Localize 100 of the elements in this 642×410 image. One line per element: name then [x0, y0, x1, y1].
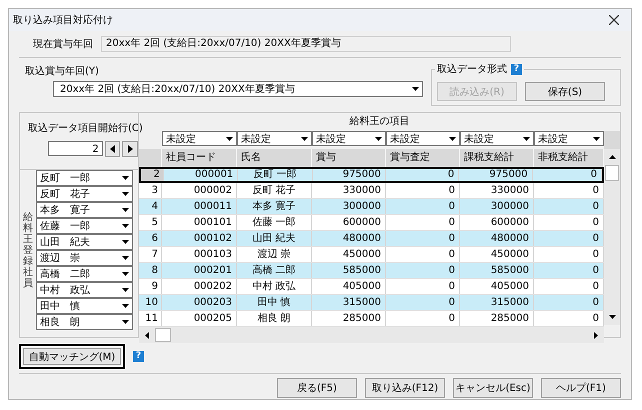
- down-arrow-icon: [608, 315, 616, 319]
- table-row[interactable]: 5 000101 佐藤 一郎 600000 0 600000 0: [139, 215, 604, 231]
- table-cell: 000201: [162, 263, 237, 278]
- table-cell: 405000: [312, 279, 386, 294]
- period-dropdown[interactable]: 20xx年 2回 (支給日:20xx/07/10) 20XX年夏季賞与: [53, 81, 423, 97]
- footer-button[interactable]: 取り込み(F12): [365, 378, 445, 398]
- mapping-dropdown[interactable]: 未設定: [534, 131, 604, 146]
- table-cell: 315000: [312, 295, 386, 310]
- table-cell: 田中 慎: [237, 295, 312, 310]
- table-cell: 佐藤 一郎: [237, 215, 312, 230]
- field-label: 現在賞与年回: [33, 38, 93, 51]
- caret-icon: [122, 272, 129, 276]
- table-cell: 480000: [312, 231, 386, 246]
- table-cell: 反町 花子: [237, 183, 312, 198]
- mapping-dropdown[interactable]: 未設定: [386, 131, 460, 146]
- table-cell: 405000: [460, 279, 534, 294]
- employee-dropdown[interactable]: 山田 紀夫: [36, 234, 133, 250]
- row-number: 4: [139, 199, 162, 214]
- vertical-label: 給料王登録社員: [22, 212, 34, 288]
- caret-icon: [301, 137, 308, 141]
- up-arrow-icon: [608, 155, 616, 159]
- right-arrow-icon: [594, 332, 598, 338]
- employee-dropdown[interactable]: 中村 政弘: [36, 282, 133, 298]
- scroll-thumb[interactable]: [155, 328, 171, 342]
- table-row[interactable]: 10 000203 田中 慎 315000 0 315000 0: [139, 295, 604, 311]
- footer-button[interactable]: キャンセル(Esc): [453, 378, 533, 398]
- table-row[interactable]: 4 000011 本多 寛子 300000 0 300000 0: [139, 199, 604, 215]
- table-row[interactable]: 7 000103 渡辺 崇 450000 0 450000 0: [139, 247, 604, 263]
- employee-dropdown[interactable]: 相良 朗: [36, 314, 133, 330]
- row-number: 8: [139, 263, 162, 278]
- table-cell: 0: [386, 215, 460, 230]
- table-row[interactable]: 11 000205 相良 朗 285000 0 285000 0: [139, 311, 604, 327]
- caret-icon: [523, 137, 530, 141]
- caret-icon: [122, 288, 129, 292]
- caret-icon: [412, 87, 419, 91]
- employee-dropdown[interactable]: 高橋 二郎: [36, 266, 133, 282]
- row-number: 10: [139, 295, 162, 310]
- table-row[interactable]: 2 000001 反町 一郎 975000 0 975000 0: [139, 167, 604, 183]
- table-cell: 975000: [312, 169, 386, 181]
- caret-icon: [122, 320, 129, 324]
- close-icon[interactable]: [609, 15, 619, 25]
- table-cell: 山田 紀夫: [237, 231, 312, 246]
- table-cell: 反町 一郎: [238, 169, 313, 181]
- table-cell: 000102: [162, 231, 237, 246]
- right-arrow-button[interactable]: [122, 141, 138, 157]
- mapping-dropdown[interactable]: 未設定: [162, 131, 237, 146]
- scroll-thumb[interactable]: [605, 165, 619, 181]
- row-number: 5: [139, 215, 162, 230]
- table-cell: 0: [386, 263, 460, 278]
- horizontal-scrollbar[interactable]: [139, 327, 604, 343]
- table-cell: 000011: [162, 199, 237, 214]
- table-row[interactable]: 6 000102 山田 紀夫 480000 0 480000 0: [139, 231, 604, 247]
- row-number: 3: [139, 183, 162, 198]
- table-cell: 330000: [460, 183, 534, 198]
- vertical-scrollbar[interactable]: [604, 131, 620, 325]
- table-cell: 000203: [162, 295, 237, 310]
- header-corner: [604, 131, 620, 149]
- table-cell: 中村 政弘: [237, 279, 312, 294]
- mapping-dropdown[interactable]: 未設定: [460, 131, 534, 146]
- caret-icon: [122, 256, 129, 260]
- table-cell: 300000: [312, 199, 386, 214]
- window-title: 取り込み項目対応付け: [13, 14, 113, 27]
- employee-dropdown[interactable]: 佐藤 一郎: [36, 218, 133, 234]
- caret-icon: [449, 137, 456, 141]
- table-cell: 000202: [162, 279, 237, 294]
- help-icon[interactable]: ?: [511, 64, 522, 74]
- left-arrow-button[interactable]: [104, 141, 120, 157]
- table-cell: 0: [386, 295, 460, 310]
- table-cell: 000101: [162, 215, 237, 230]
- help-icon[interactable]: ?: [133, 351, 144, 362]
- employee-dropdown[interactable]: 反町 花子: [36, 186, 133, 202]
- table-cell: 000001: [164, 169, 238, 181]
- table-cell: 480000: [460, 231, 534, 246]
- mapping-dropdown[interactable]: 未設定: [237, 131, 312, 146]
- table-cell: 0: [386, 231, 460, 246]
- footer-button[interactable]: ヘルプ(F1): [541, 378, 621, 398]
- table-row[interactable]: 8 000201 高橋 二郎 585000 0 585000 0: [139, 263, 604, 279]
- left-arrow-icon: [145, 332, 149, 338]
- footer-button[interactable]: 戻る(F5): [277, 378, 357, 398]
- table-cell: 本多 寛子: [237, 199, 312, 214]
- auto-matching-button[interactable]: 自動マッチング(M): [23, 348, 121, 365]
- format-button[interactable]: 保存(S): [525, 82, 605, 101]
- table-row[interactable]: 9 000202 中村 政弘 405000 0 405000 0: [139, 279, 604, 295]
- employee-dropdown[interactable]: 渡辺 崇: [36, 250, 133, 266]
- table-cell: 330000: [312, 183, 386, 198]
- caret-icon: [122, 176, 129, 180]
- group-title: 取込データ形式: [437, 62, 507, 76]
- start-row-field[interactable]: 2: [48, 141, 103, 156]
- table-cell: 450000: [460, 247, 534, 262]
- table-cell: 渡辺 崇: [237, 247, 312, 262]
- table-cell: 285000: [312, 311, 386, 326]
- field-label: 取込賞与年回(Y): [25, 64, 100, 78]
- employee-dropdown[interactable]: 田中 慎: [36, 298, 133, 314]
- table-row[interactable]: 3 000002 反町 花子 330000 0 330000 0: [139, 183, 604, 199]
- caret-icon: [375, 137, 382, 141]
- employee-dropdown[interactable]: 本多 寛子: [36, 202, 133, 218]
- mapping-dropdown[interactable]: 未設定: [312, 131, 386, 146]
- table-cell: 975000: [459, 169, 533, 181]
- employee-dropdown[interactable]: 反町 一郎: [36, 170, 133, 186]
- row-number: 11: [139, 311, 162, 326]
